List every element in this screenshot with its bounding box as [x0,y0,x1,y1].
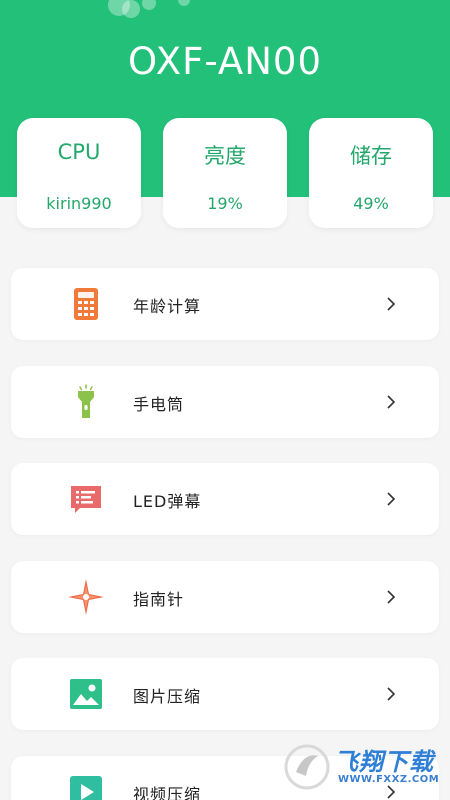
stat-value: 49% [353,194,389,213]
decorative-bubble [122,0,140,18]
image-icon [70,679,102,709]
menu-item-label: 视频压缩 [133,785,202,800]
menu-item-age-calculator[interactable]: 年龄计算 [11,268,439,340]
decorative-bubble [142,0,156,10]
stat-card-cpu: CPU kirin990 [17,118,141,228]
video-play-icon [70,776,102,800]
led-message-icon [71,486,101,513]
stat-card-brightness: 亮度 19% [163,118,287,228]
watermark-emblem-icon [284,744,330,790]
chevron-right-icon [387,687,396,701]
menu-item-label: LED弹幕 [133,492,202,511]
watermark-logo: 飞翔下载 WWW.FXXZ.COM [282,738,444,796]
flashlight-icon [78,384,94,418]
decorative-bubble [178,0,190,6]
stat-card-storage: 储存 49% [309,118,433,228]
compass-icon [68,579,104,615]
stat-value: kirin990 [46,194,112,213]
menu-item-label: 年龄计算 [133,297,202,316]
chevron-right-icon [387,590,396,604]
device-name-title: OXF-AN00 [128,40,322,83]
menu-item-label: 手电筒 [133,395,185,414]
watermark-url: WWW.FXXZ.COM [338,774,440,785]
chevron-right-icon [387,492,396,506]
chevron-right-icon [387,297,396,311]
stat-label: 储存 [350,144,392,168]
menu-item-led-barrage[interactable]: LED弹幕 [11,463,439,535]
stat-label: 亮度 [204,144,246,168]
calculator-icon [74,288,98,320]
menu-item-flashlight[interactable]: 手电筒 [11,366,439,438]
menu-item-image-compress[interactable]: 图片压缩 [11,658,439,730]
menu-item-compass[interactable]: 指南针 [11,561,439,633]
menu-item-label: 指南针 [133,590,185,609]
chevron-right-icon [387,395,396,409]
watermark-text: 飞翔下载 [334,748,434,776]
menu-item-label: 图片压缩 [133,687,202,706]
stat-value: 19% [207,194,243,213]
stat-label: CPU [57,140,101,164]
